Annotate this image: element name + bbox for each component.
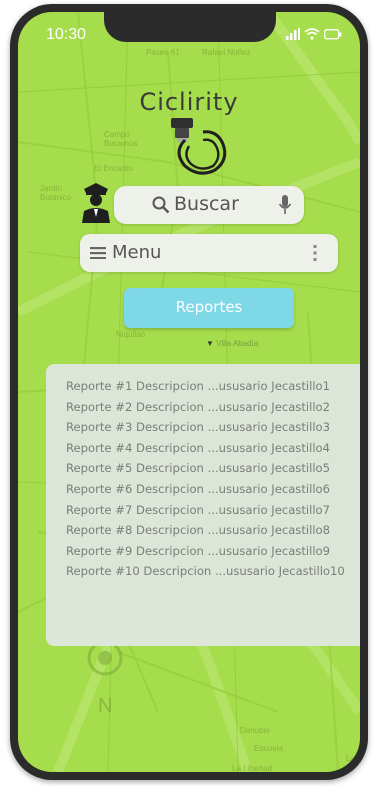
map-label: Niquitao xyxy=(116,330,146,339)
map-label: Paseo 61 xyxy=(146,48,180,57)
marker-label: Villa Abadía xyxy=(216,339,259,348)
phone-frame: N Paseo 61 Rafael Núñez Campo Bucamos El… xyxy=(10,4,368,780)
map-label: Danubio xyxy=(240,726,270,735)
search-input[interactable]: Buscar xyxy=(174,193,239,215)
report-list-item[interactable]: Reporte #3 Descripcion ...ususario Jecas… xyxy=(66,417,360,438)
more-vertical-icon[interactable] xyxy=(312,245,318,261)
map-label: El Encanto xyxy=(94,164,133,173)
battery-icon xyxy=(324,29,342,40)
report-list-item[interactable]: Reporte #8 Descripcion ...ususario Jecas… xyxy=(66,520,360,541)
map-label: La Paz xyxy=(346,754,360,772)
map-label: Jardín Botánico xyxy=(40,184,72,202)
microphone-icon[interactable] xyxy=(278,195,292,215)
report-list-item[interactable]: Reporte #4 Descripcion ...ususario Jecas… xyxy=(66,438,360,459)
compass-letter: N xyxy=(98,695,112,717)
status-icons xyxy=(286,28,342,40)
menu-bar[interactable]: Menu xyxy=(80,234,338,272)
marker-triangle-icon: ▼ xyxy=(206,339,214,348)
app-screen: N Paseo 61 Rafael Núñez Campo Bucamos El… xyxy=(18,12,360,772)
reports-list-panel: Reporte #1 Descripcion ...ususario Jecas… xyxy=(46,364,360,646)
map-label: La Libertad xyxy=(232,764,273,772)
app-title: Ciclirity xyxy=(139,88,239,116)
phone-notch xyxy=(104,12,276,42)
hamburger-menu-icon[interactable] xyxy=(90,247,106,259)
reportes-button[interactable]: Reportes xyxy=(124,288,294,328)
search-icon[interactable] xyxy=(152,196,170,214)
map-marker[interactable]: ▼ Villa Abadía xyxy=(206,339,258,348)
report-list-item[interactable]: Reporte #10 Descripcion ...ususario Jeca… xyxy=(66,561,360,582)
police-officer-icon[interactable] xyxy=(78,183,114,223)
report-list-item[interactable]: Reporte #9 Descripcion ...ususario Jecas… xyxy=(66,541,360,562)
map-label: Rafael Núñez xyxy=(202,48,251,57)
signal-icon xyxy=(286,28,300,40)
report-list-item[interactable]: Reporte #5 Descripcion ...ususario Jecas… xyxy=(66,458,360,479)
report-list-item[interactable]: Reporte #6 Descripcion ...ususario Jecas… xyxy=(66,479,360,500)
status-time: 10:30 xyxy=(46,26,87,43)
report-list-item[interactable]: Reporte #2 Descripcion ...ususario Jecas… xyxy=(66,397,360,418)
report-list-item[interactable]: Reporte #7 Descripcion ...ususario Jecas… xyxy=(66,500,360,521)
bike-lock-logo-icon xyxy=(171,118,227,175)
map-label: Encuela xyxy=(254,744,283,753)
reports-list: Reporte #1 Descripcion ...ususario Jecas… xyxy=(46,364,360,582)
wifi-icon xyxy=(304,28,320,40)
search-bar[interactable]: Buscar xyxy=(114,186,304,224)
map-label: Campo Bucamos xyxy=(104,130,138,148)
report-list-item[interactable]: Reporte #1 Descripcion ...ususario Jecas… xyxy=(66,376,360,397)
menu-label[interactable]: Menu xyxy=(112,242,161,263)
